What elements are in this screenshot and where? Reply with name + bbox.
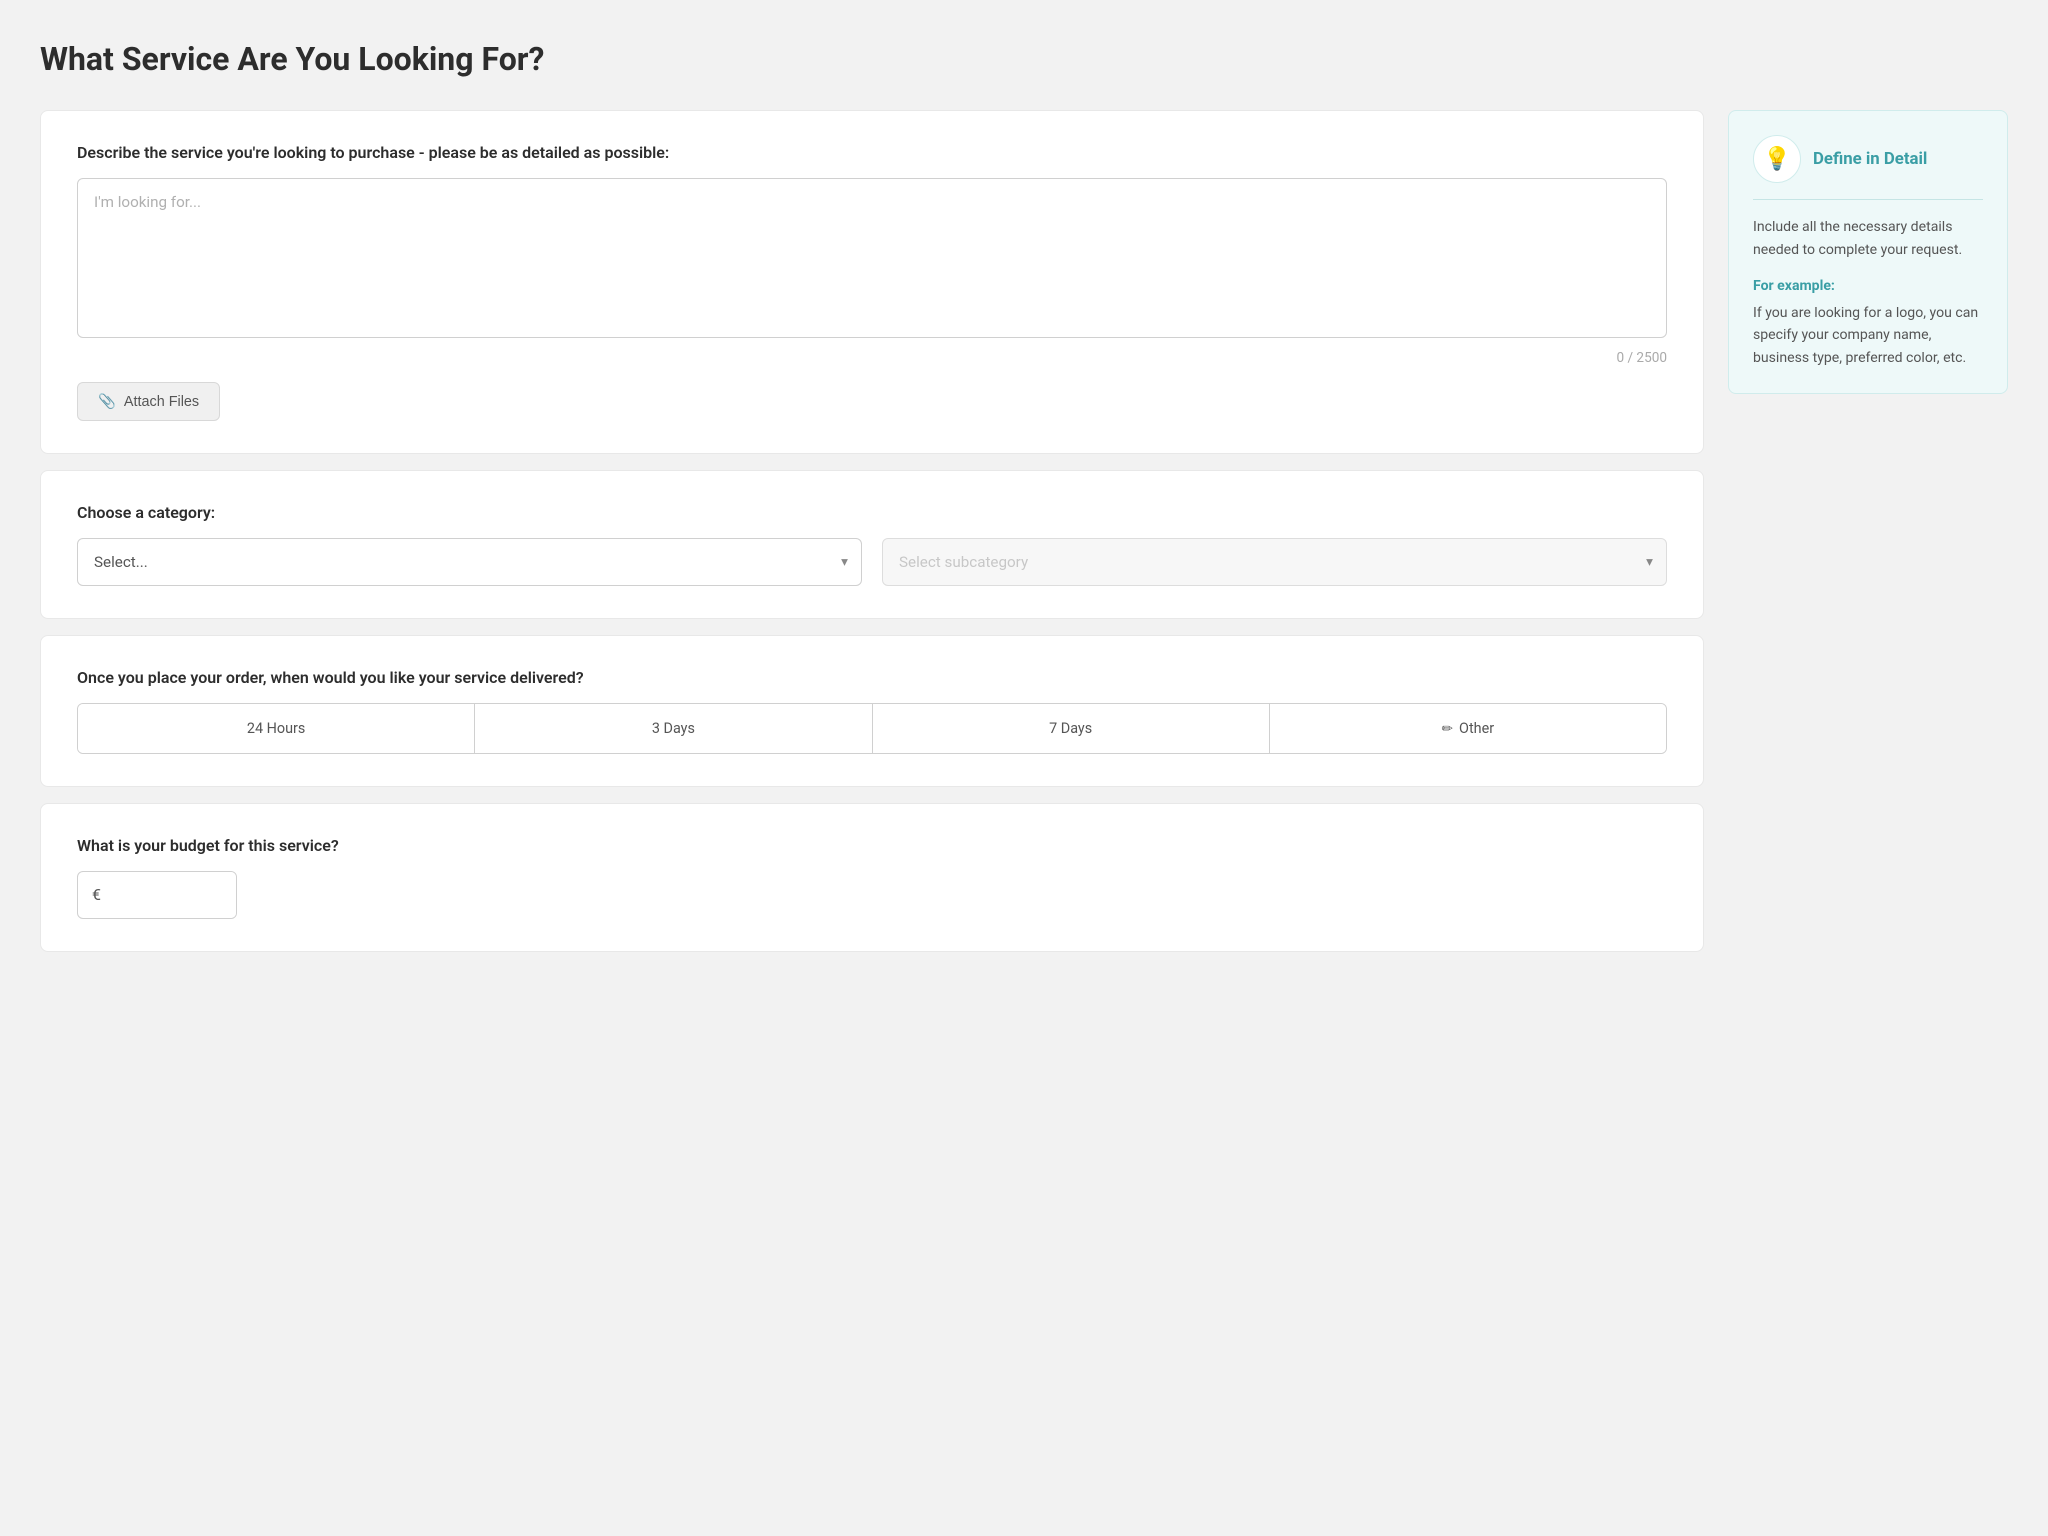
category-select[interactable]: Select... Design Development Marketing W…	[77, 538, 862, 586]
budget-input-wrapper: € ▲ ▼	[77, 871, 237, 919]
currency-symbol: €	[78, 887, 115, 903]
delivery-24hours-label: 24 Hours	[247, 720, 305, 737]
attach-files-button[interactable]: 📎 Attach Files	[77, 382, 220, 421]
left-column: Describe the service you're looking to p…	[40, 110, 1704, 952]
delivery-options-group: 24 Hours 3 Days 7 Days ✏ Other	[77, 703, 1667, 754]
main-layout: Describe the service you're looking to p…	[40, 110, 2008, 952]
delivery-label: Once you place your order, when would yo…	[77, 668, 1667, 687]
info-card-example-label: For example:	[1753, 275, 1983, 298]
right-column: 💡 Define in Detail Include all the neces…	[1728, 110, 2008, 394]
delivery-option-other[interactable]: ✏ Other	[1270, 704, 1666, 753]
pencil-icon: ✏	[1442, 721, 1453, 737]
category-select-wrapper: Select... Design Development Marketing W…	[77, 538, 862, 586]
info-card-title: Define in Detail	[1813, 149, 1927, 169]
delivery-7days-label: 7 Days	[1049, 720, 1092, 737]
category-label: Choose a category:	[77, 503, 1667, 522]
page-title: What Service Are You Looking For?	[40, 40, 2008, 78]
description-textarea[interactable]	[77, 178, 1667, 338]
paperclip-icon: 📎	[98, 393, 116, 410]
budget-input[interactable]	[115, 872, 237, 918]
char-count: 0 / 2500	[77, 350, 1667, 366]
subcategory-select-wrapper: Select subcategory ▾	[882, 538, 1667, 586]
info-card-example-text: If you are looking for a logo, you can s…	[1753, 305, 1978, 366]
info-card-intro: Include all the necessary details needed…	[1753, 219, 1962, 258]
delivery-option-7days[interactable]: 7 Days	[873, 704, 1270, 753]
description-card: Describe the service you're looking to p…	[40, 110, 1704, 454]
delivery-card: Once you place your order, when would yo…	[40, 635, 1704, 787]
budget-label: What is your budget for this service?	[77, 836, 1667, 855]
bulb-icon-wrap: 💡	[1753, 135, 1801, 183]
info-card: 💡 Define in Detail Include all the neces…	[1728, 110, 2008, 394]
category-card: Choose a category: Select... Design Deve…	[40, 470, 1704, 619]
info-card-header: 💡 Define in Detail	[1753, 135, 1983, 200]
budget-card: What is your budget for this service? € …	[40, 803, 1704, 952]
delivery-other-label: Other	[1459, 720, 1494, 737]
delivery-option-24hours[interactable]: 24 Hours	[78, 704, 475, 753]
info-card-body: Include all the necessary details needed…	[1753, 216, 1983, 369]
bulb-icon: 💡	[1763, 146, 1791, 172]
attach-files-label: Attach Files	[124, 394, 199, 410]
subcategory-select[interactable]: Select subcategory	[882, 538, 1667, 586]
delivery-option-3days[interactable]: 3 Days	[475, 704, 872, 753]
description-label: Describe the service you're looking to p…	[77, 143, 1667, 162]
selects-row: Select... Design Development Marketing W…	[77, 538, 1667, 586]
delivery-3days-label: 3 Days	[652, 720, 695, 737]
